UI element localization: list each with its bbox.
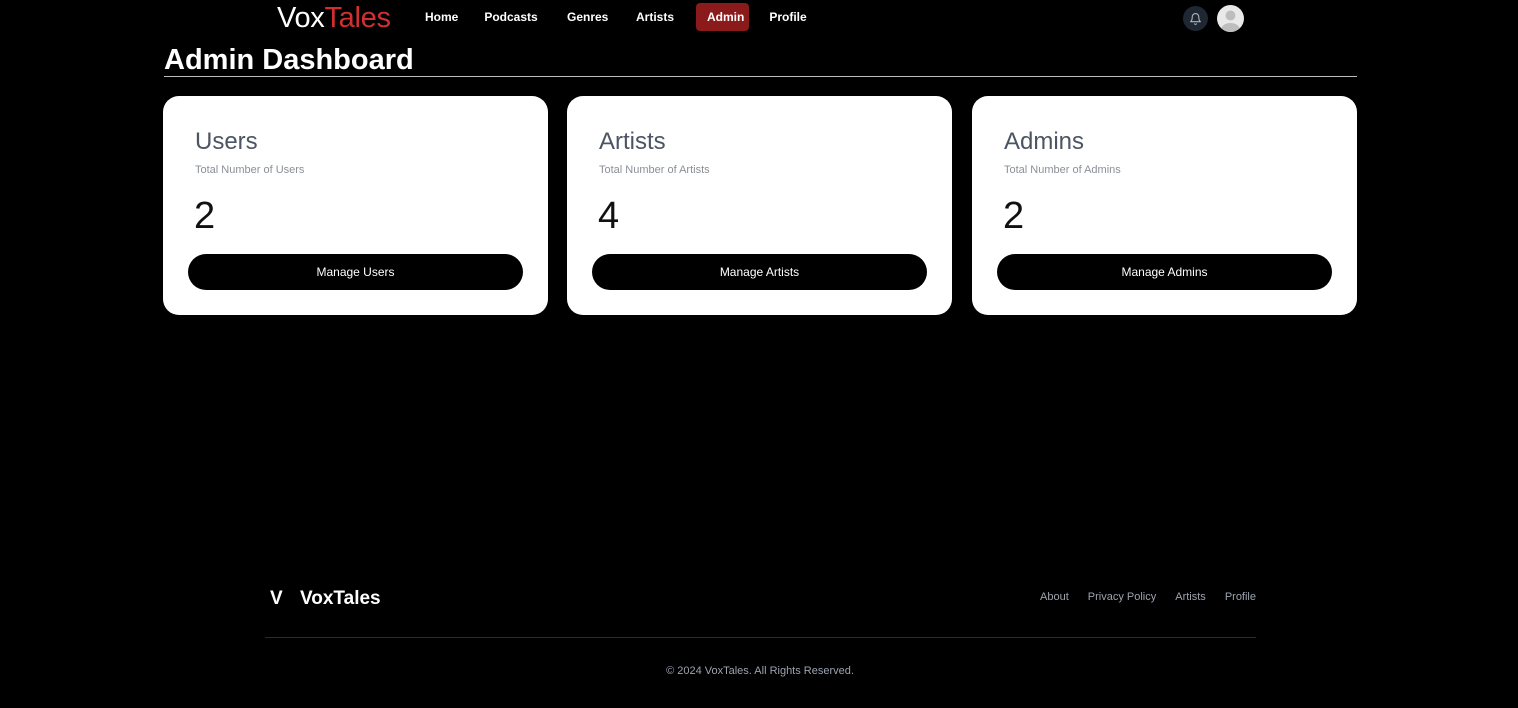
brand-vox: Vox — [277, 2, 325, 34]
user-avatar[interactable] — [1217, 5, 1244, 32]
artists-card: Artists Total Number of Artists 4 Manage… — [567, 96, 952, 315]
nav-profile[interactable]: Profile — [753, 3, 823, 31]
top-navbar: VoxTales Home Podcasts Genres Artists Ad… — [0, 0, 1518, 36]
nav-genres[interactable]: Genres — [556, 3, 618, 31]
bell-icon — [1190, 12, 1201, 25]
card-title: Artists — [599, 128, 666, 155]
footer-links: About Privacy Policy Artists Profile — [1021, 591, 1256, 603]
card-title: Admins — [1004, 128, 1085, 155]
nav-artists[interactable]: Artists — [618, 3, 692, 31]
footer-link-artists[interactable]: Artists — [1175, 591, 1206, 603]
nav-home[interactable]: Home — [414, 3, 466, 31]
brand-tales: Tales — [324, 2, 391, 34]
card-count: 2 — [1003, 195, 1025, 237]
nav-links: Home Podcasts Genres Artists Admin Profi… — [414, 3, 823, 31]
users-card: Users Total Number of Users 2 Manage Use… — [163, 96, 548, 315]
manage-artists-button[interactable]: Manage Artists — [592, 254, 927, 290]
manage-users-button[interactable]: Manage Users — [188, 254, 523, 290]
footer-link-profile[interactable]: Profile — [1225, 591, 1256, 603]
nav-podcasts[interactable]: Podcasts — [466, 3, 556, 31]
title-divider — [164, 76, 1357, 77]
card-count: 4 — [598, 195, 620, 237]
page: VoxTales Home Podcasts Genres Artists Ad… — [0, 0, 1518, 708]
footer-logo-icon: V — [270, 588, 283, 609]
footer-divider — [265, 637, 1256, 638]
notifications-button[interactable] — [1183, 6, 1208, 31]
page-title: Admin Dashboard — [164, 44, 414, 76]
card-subtitle: Total Number of Artists — [599, 164, 710, 176]
footer-link-about[interactable]: About — [1040, 591, 1069, 603]
nav-admin[interactable]: Admin — [696, 3, 749, 31]
footer-link-privacy-policy[interactable]: Privacy Policy — [1088, 591, 1156, 603]
card-subtitle: Total Number of Admins — [1004, 164, 1121, 176]
card-title: Users — [195, 128, 258, 155]
avatar-icon — [1221, 10, 1240, 32]
brand-logo[interactable]: VoxTales — [277, 2, 391, 34]
card-subtitle: Total Number of Users — [195, 164, 305, 176]
copyright-text: © 2024 VoxTales. All Rights Reserved. — [666, 665, 854, 677]
footer-brand[interactable]: VoxTales — [300, 588, 381, 610]
card-count: 2 — [194, 195, 216, 237]
manage-admins-button[interactable]: Manage Admins — [997, 254, 1332, 290]
admins-card: Admins Total Number of Admins 2 Manage A… — [972, 96, 1357, 315]
